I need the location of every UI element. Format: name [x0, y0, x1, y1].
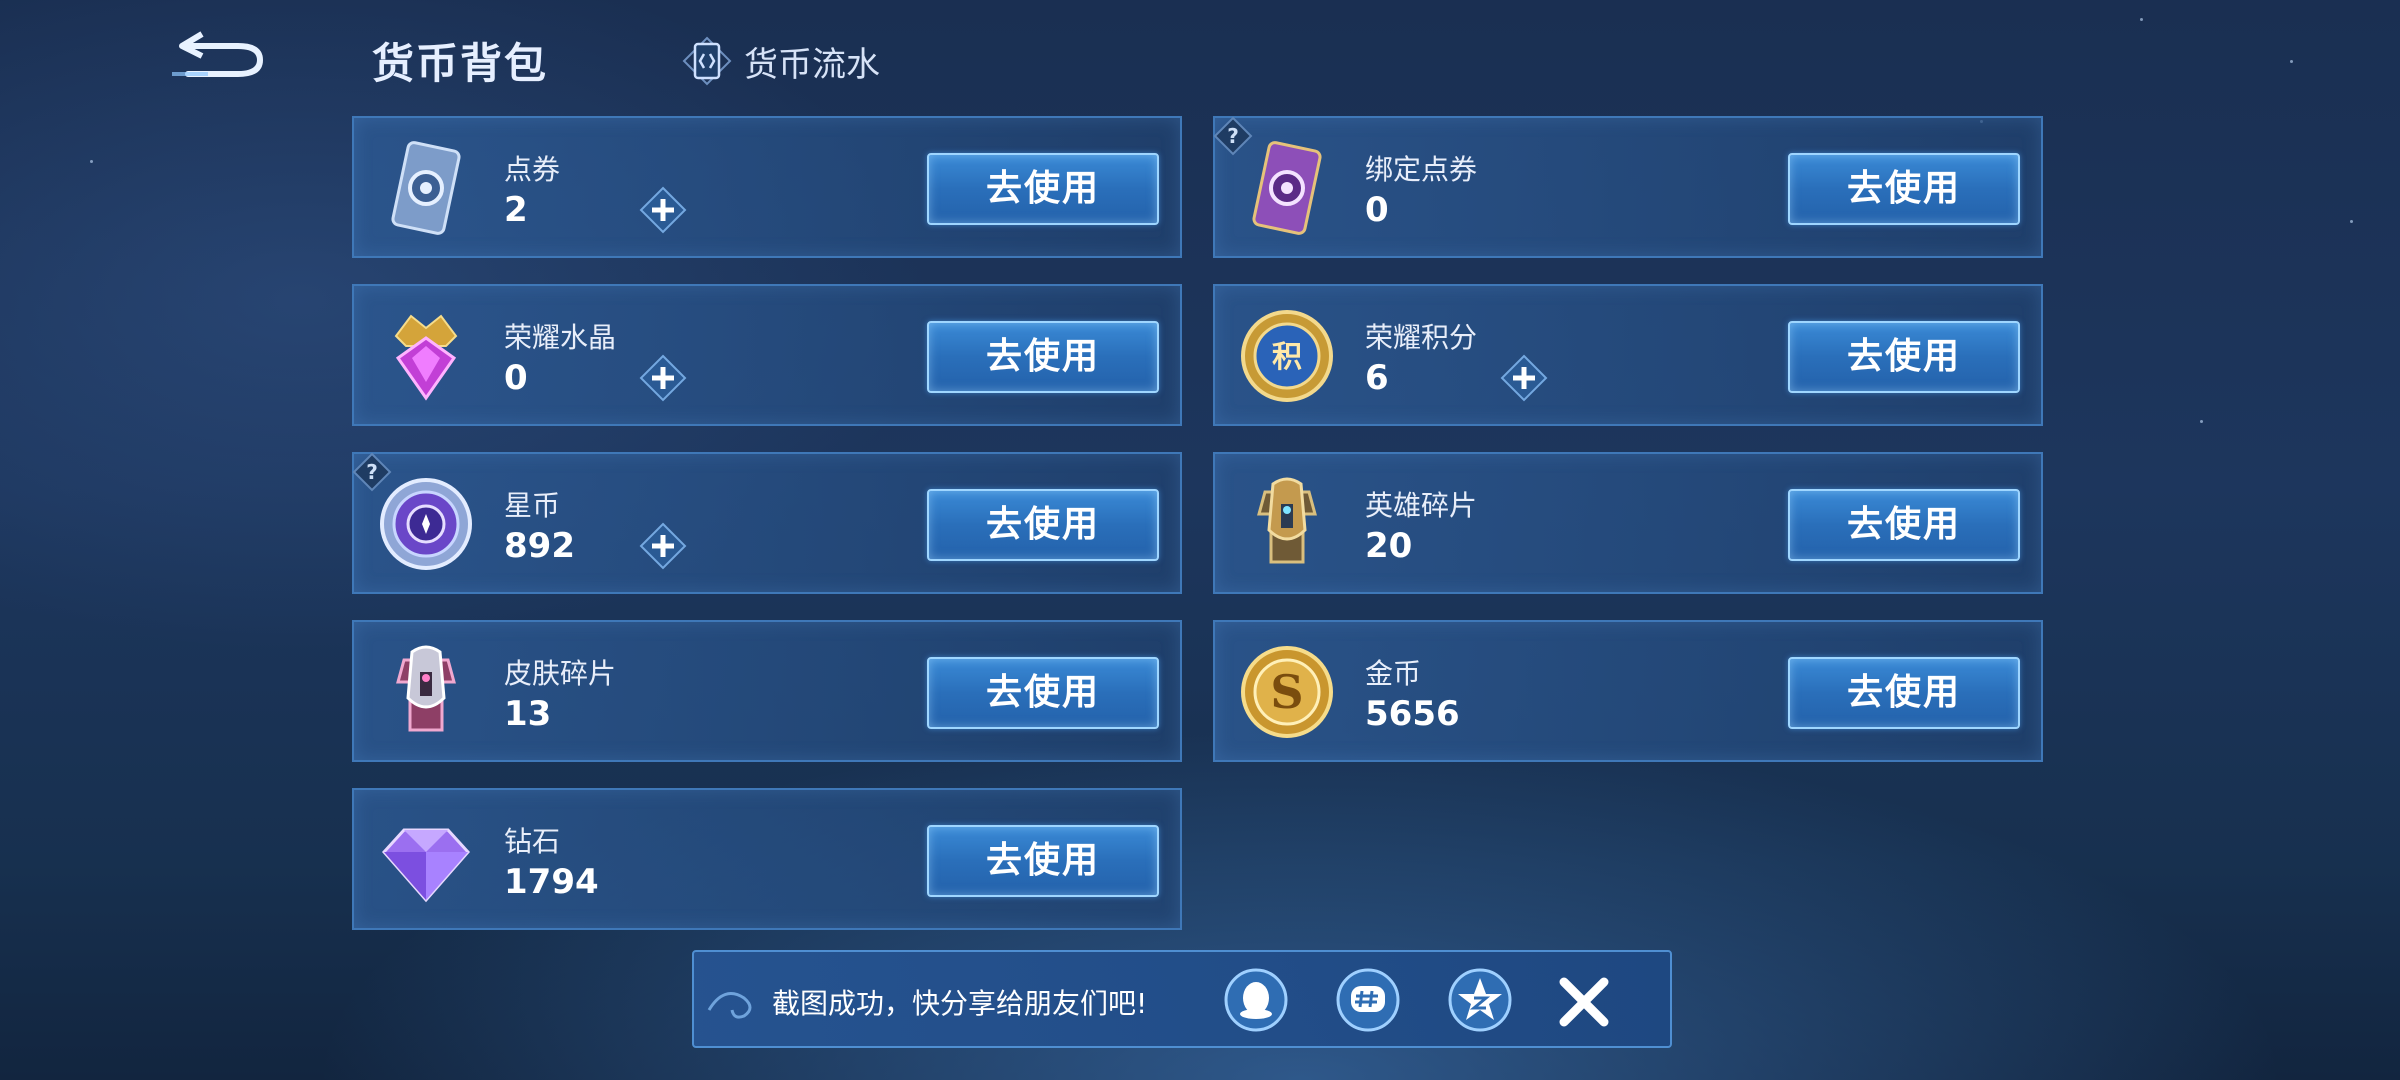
share-qzone-button[interactable]	[1446, 966, 1514, 1034]
coupon-icon	[391, 141, 461, 235]
currency-card-glory-points: 积 荣耀积分 6 去使用	[1213, 284, 2043, 426]
wechat-moments-icon	[1336, 968, 1400, 1032]
currency-name: 点券	[504, 153, 561, 186]
currency-card-bound-coupon: ? 绑定点券 0 去使用	[1213, 116, 2043, 258]
tab-currency-flow[interactable]: 货币流水	[680, 34, 880, 88]
bound-coupon-icon	[1252, 141, 1322, 235]
use-button[interactable]: 去使用	[927, 657, 1159, 729]
qzone-icon	[1448, 968, 1512, 1032]
currency-flow-icon	[682, 36, 732, 86]
currency-value: 892	[504, 526, 575, 566]
currency-flow-label: 货币流水	[744, 44, 880, 85]
currency-name: 荣耀积分	[1365, 321, 1478, 354]
use-button[interactable]: 去使用	[927, 321, 1159, 393]
add-icon[interactable]	[639, 522, 687, 570]
currency-value: 1794	[504, 862, 599, 902]
currency-card-coupon: 点券 2 去使用	[352, 116, 1182, 258]
swirl-decoration-icon	[707, 992, 752, 1019]
close-share-button[interactable]	[1554, 972, 1614, 1032]
use-button[interactable]: 去使用	[927, 489, 1159, 561]
add-icon[interactable]	[639, 354, 687, 402]
currency-value: 0	[504, 358, 528, 398]
use-button[interactable]: 去使用	[1788, 321, 2020, 393]
use-button[interactable]: 去使用	[927, 825, 1159, 897]
star-coin-icon	[380, 478, 472, 570]
currency-value: 13	[504, 694, 552, 734]
currency-card-diamond: 钻石 1794 去使用	[352, 788, 1182, 930]
currency-card-hero-shard: 英雄碎片 20 去使用	[1213, 452, 2043, 594]
currency-value: 6	[1365, 358, 1389, 398]
share-message: 截图成功，快分享给朋友们吧!	[772, 987, 1148, 1020]
currency-card-glory-crystal: 荣耀水晶 0 去使用	[352, 284, 1182, 426]
currency-name: 皮肤碎片	[504, 657, 617, 690]
currency-value: 2	[504, 190, 528, 230]
currency-card-gold-coin: S 金币 5656 去使用	[1213, 620, 2043, 762]
glory-crystal-icon	[394, 314, 458, 401]
use-button[interactable]: 去使用	[1788, 153, 2020, 225]
add-icon[interactable]	[639, 186, 687, 234]
svg-text:S: S	[1270, 665, 1303, 719]
currency-name: 金币	[1365, 657, 1422, 690]
hero-shard-icon	[1257, 477, 1317, 564]
currency-name: 荣耀水晶	[504, 321, 617, 354]
currency-name: 英雄碎片	[1365, 489, 1478, 522]
share-wechat-moments-button[interactable]	[1334, 966, 1402, 1034]
diamond-icon	[381, 828, 471, 903]
currency-card-skin-shard: 皮肤碎片 13 去使用	[352, 620, 1182, 762]
use-button[interactable]: 去使用	[1788, 489, 2020, 561]
page-title: 货币背包	[372, 39, 549, 88]
share-qq-button[interactable]	[1222, 966, 1290, 1034]
currency-name: 绑定点券	[1365, 153, 1478, 186]
close-icon	[1559, 977, 1609, 1027]
use-button[interactable]: 去使用	[927, 153, 1159, 225]
qq-icon	[1224, 968, 1288, 1032]
svg-text:积: 积	[1272, 340, 1302, 375]
use-button[interactable]: 去使用	[1788, 657, 2020, 729]
glory-points-icon: 积	[1241, 310, 1333, 402]
currency-value: 5656	[1365, 694, 1460, 734]
back-arrow-icon	[172, 31, 264, 77]
currency-value: 20	[1365, 526, 1413, 566]
screenshot-share-bar: 截图成功，快分享给朋友们吧!	[692, 950, 1672, 1048]
gold-coin-icon: S	[1241, 646, 1333, 738]
skin-shard-icon	[396, 645, 456, 732]
add-icon[interactable]	[1500, 354, 1548, 402]
currency-name: 钻石	[504, 825, 561, 858]
back-button[interactable]	[168, 30, 268, 82]
currency-card-star-coin: ? 星币 892 去使用	[352, 452, 1182, 594]
currency-value: 0	[1365, 190, 1389, 230]
currency-name: 星币	[504, 489, 561, 522]
